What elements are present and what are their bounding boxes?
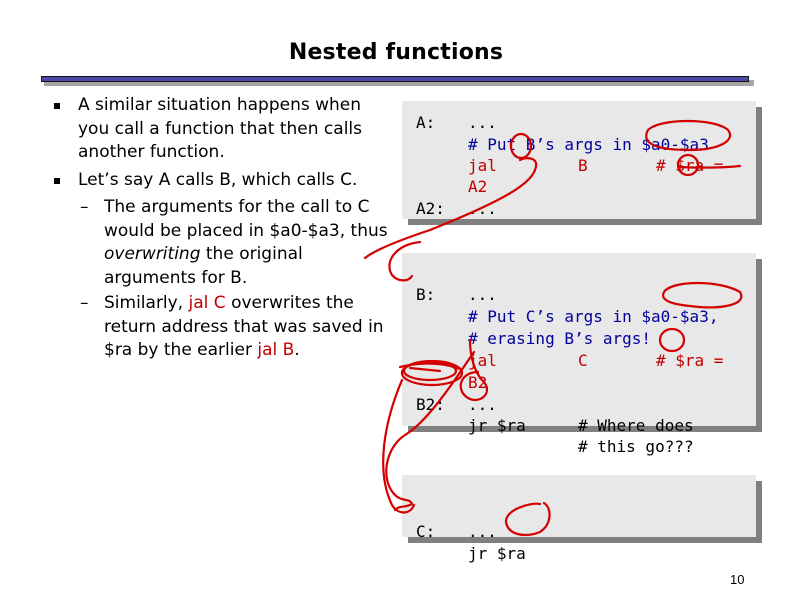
code-line: ... xyxy=(468,522,497,541)
code-line: ... xyxy=(468,113,497,132)
code-comment: # erasing B’s args! xyxy=(468,329,652,348)
label-a2: A2: xyxy=(416,199,445,218)
code-operand: B2 xyxy=(468,373,488,392)
sub-bullet-text: Similarly, xyxy=(104,293,189,313)
dash-bullet-icon: – xyxy=(80,293,89,313)
sub-bullet-item: – Similarly, jal C overwrites the return… xyxy=(36,292,396,363)
bullet-item: A similar situation happens when you cal… xyxy=(36,94,396,165)
code-line: ... xyxy=(468,395,497,414)
code-operand: B xyxy=(578,156,588,175)
code-comment: # $ra = xyxy=(656,351,724,370)
code-line: ... xyxy=(468,285,497,304)
label-b2: B2: xyxy=(416,395,445,414)
code-comment: # Put B’s args in $a0-$a3 xyxy=(468,135,709,154)
slide-title: Nested functions xyxy=(288,40,504,65)
bullet-text: Let’s say A calls B, which calls C. xyxy=(78,169,358,190)
code-operand: A2 xyxy=(468,177,488,196)
square-bullet-icon xyxy=(54,177,60,184)
code-comment: # Put C’s args in $a0-$a3, xyxy=(468,307,719,326)
code-comment: # this go??? xyxy=(578,437,694,456)
code-box-c xyxy=(402,475,756,537)
code-instr: jal xyxy=(468,156,497,175)
bullet-item: Let’s say A calls B, which calls C. xyxy=(36,169,396,193)
sub-bullet-text: The arguments for the call to C would be… xyxy=(104,197,388,241)
page-number: 10 xyxy=(730,572,745,587)
square-bullet-icon xyxy=(54,103,60,109)
code-comment: # $ra = xyxy=(656,156,724,175)
code-comment: # Where does xyxy=(578,416,694,435)
code-inline: jal C xyxy=(188,293,226,313)
bullet-text: A similar situation happens when you cal… xyxy=(78,95,362,162)
dash-bullet-icon: – xyxy=(80,197,89,217)
code-line: jr $ra xyxy=(468,416,526,435)
code-operand: C xyxy=(578,351,588,370)
code-inline: jal B xyxy=(257,340,295,360)
bullet-list: A similar situation happens when you cal… xyxy=(36,94,396,365)
sub-bullet-text: . xyxy=(294,340,300,360)
label-c: C: xyxy=(416,522,436,541)
sub-bullet-item: – The arguments for the call to C would … xyxy=(36,196,396,290)
code-line: jr $ra xyxy=(468,544,526,563)
label-a: A: xyxy=(416,113,436,132)
code-instr: jal xyxy=(468,351,497,370)
emphasis-text: overwriting xyxy=(104,244,201,264)
code-line: ... xyxy=(468,199,497,218)
title-rule xyxy=(41,76,749,82)
label-b: B: xyxy=(416,285,436,304)
